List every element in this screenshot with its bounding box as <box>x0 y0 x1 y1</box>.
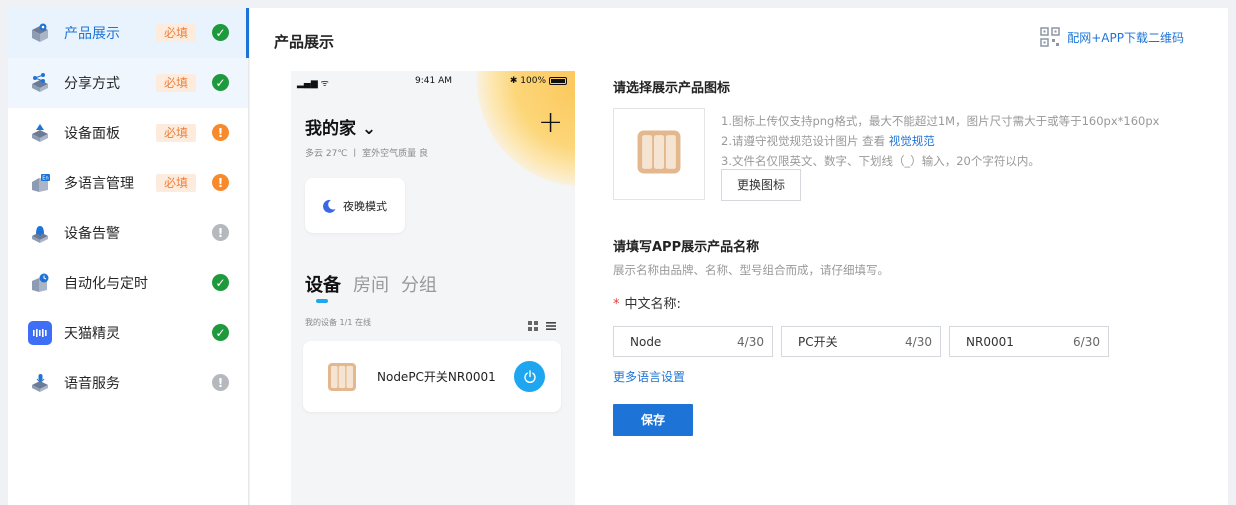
page-title: 产品展示 <box>274 33 335 51</box>
info-icon: ! <box>212 374 229 391</box>
sidebar-item-label: 产品展示 <box>64 26 120 42</box>
product-icon-preview <box>613 108 705 200</box>
required-badge: 必填 <box>156 174 196 192</box>
sidebar-item-label: 设备告警 <box>64 226 120 242</box>
device-panel-icon <box>28 121 52 145</box>
power-icon <box>514 361 545 392</box>
info-icon: ! <box>212 224 229 241</box>
sidebar-item-share[interactable]: 分享方式 必填 ✓ <box>8 58 248 108</box>
input-value: PC开关 <box>798 335 838 349</box>
more-languages-link[interactable]: 更多语言设置 <box>613 368 685 385</box>
change-icon-button[interactable]: 更换图标 <box>721 169 801 201</box>
sidebar-item-label: 语音服务 <box>64 376 120 392</box>
phone-time: 9:41 AM <box>415 76 452 86</box>
tip-line-3: 3.文件名仅限英文、数字、下划线（_）输入，20个字符以内。 <box>721 154 1040 168</box>
qr-code-link[interactable]: 配网+APP下载二维码 <box>1040 27 1184 47</box>
check-icon: ✓ <box>212 74 229 91</box>
char-count: 6/30 <box>1073 334 1100 349</box>
device-name: NodePC开关NR0001 <box>377 370 496 384</box>
check-icon: ✓ <box>212 24 229 41</box>
battery-indicator: ✱ 100% <box>510 76 567 86</box>
grid-view-icon <box>528 316 538 335</box>
sidebar-item-device-alarm[interactable]: 设备告警 ! <box>8 208 248 258</box>
automation-timer-icon <box>28 271 52 295</box>
voice-service-icon <box>28 371 52 395</box>
save-button[interactable]: 保存 <box>613 404 693 436</box>
required-mark: * <box>613 297 620 312</box>
char-count: 4/30 <box>737 334 764 349</box>
sidebar-item-product-display[interactable]: 产品展示 必填 ✓ <box>8 8 249 58</box>
weather-info: 多云 27℃ 丨 室外空气质量 良 <box>305 149 429 159</box>
sidebar-item-multi-language[interactable]: En 多语言管理 必填 ! <box>8 158 248 208</box>
sidebar: 产品展示 必填 ✓ 分享方式 必填 ✓ 设备面板 必填 ! En 多语言管理 必… <box>8 8 249 505</box>
switch-device-icon <box>327 362 357 392</box>
tip-line-2: 2.请遵守视觉规范设计图片 查看 视觉规范 <box>721 131 1159 151</box>
sidebar-item-voice-service[interactable]: 语音服务 ! <box>8 358 248 408</box>
moon-icon <box>321 198 337 214</box>
name-section-title: 请填写APP展示产品名称 <box>613 240 760 255</box>
icon-upload-tips: 1.图标上传仅支持png格式，最大不能超过1M，图片尺寸需大于或等于160px*… <box>721 111 1159 171</box>
share-icon <box>28 71 52 95</box>
sidebar-item-automation-timer[interactable]: 自动化与定时 ✓ <box>8 258 248 308</box>
tab-devices: 设备 <box>305 275 341 296</box>
warning-icon: ! <box>212 174 229 191</box>
warning-icon: ! <box>212 124 229 141</box>
product-display-icon <box>28 21 52 45</box>
chinese-name-label-text: 中文名称: <box>624 297 681 312</box>
phone-preview: ▂▄▆ ᯤ 9:41 AM ✱ 100% 我的家 ⌄ + 多云 27℃ 丨 室外… <box>291 71 575 505</box>
check-icon: ✓ <box>212 324 229 341</box>
sidebar-item-tmall-genie[interactable]: 天猫精灵 ✓ <box>8 308 248 358</box>
required-badge: 必填 <box>156 24 196 42</box>
switch-device-icon <box>636 129 682 179</box>
phone-tabs: 设备 房间 分组 <box>305 271 449 297</box>
sidebar-item-label: 分享方式 <box>64 76 120 92</box>
icon-section-title: 请选择展示产品图标 <box>613 81 731 96</box>
phone-status-bar: ▂▄▆ ᯤ 9:41 AM ✱ 100% <box>291 71 575 91</box>
visual-guideline-link[interactable]: 视觉规范 <box>889 134 935 148</box>
add-icon: + <box>538 105 564 140</box>
device-meta: 我的设备 1/1 在线 <box>305 318 371 327</box>
check-icon: ✓ <box>212 274 229 291</box>
sidebar-item-label: 天猫精灵 <box>64 326 120 342</box>
tab-indicator <box>316 299 328 303</box>
brand-name-input[interactable]: Node 4/30 <box>613 326 773 357</box>
char-count: 4/30 <box>905 334 932 349</box>
sidebar-item-label: 自动化与定时 <box>64 276 148 292</box>
input-value: Node <box>630 334 662 349</box>
tab-groups: 分组 <box>401 275 437 296</box>
signal-wifi-icon: ▂▄▆ ᯤ <box>297 79 329 89</box>
battery-text: ✱ 100% <box>509 76 546 86</box>
tab-rooms: 房间 <box>353 275 389 296</box>
chinese-name-label: * 中文名称: <box>613 293 681 312</box>
view-toggle <box>528 316 556 335</box>
required-badge: 必填 <box>156 74 196 92</box>
list-view-icon <box>546 316 556 335</box>
required-badge: 必填 <box>156 124 196 142</box>
device-alarm-icon <box>28 221 52 245</box>
sidebar-item-device-panel[interactable]: 设备面板 必填 ! <box>8 108 248 158</box>
battery-icon <box>549 77 567 85</box>
qr-code-link-label: 配网+APP下载二维码 <box>1067 30 1184 45</box>
language-icon: En <box>28 171 52 195</box>
main-panel: 产品展示 配网+APP下载二维码 ▂▄▆ ᯤ 9:41 AM ✱ 100% 我的… <box>250 8 1228 505</box>
svg-text:En: En <box>42 176 48 182</box>
chevron-down-icon: ⌄ <box>361 119 377 139</box>
tip-line-1: 1.图标上传仅支持png格式，最大不能超过1M，图片尺寸需大于或等于160px*… <box>721 114 1160 128</box>
model-name-input[interactable]: NR0001 6/30 <box>949 326 1109 357</box>
home-title: 我的家 ⌄ <box>305 114 376 139</box>
sidebar-item-label: 多语言管理 <box>64 176 134 192</box>
tmall-genie-icon <box>28 321 52 345</box>
tip-line-2-text: 2.请遵守视觉规范设计图片 查看 <box>721 134 889 148</box>
name-hint: 展示名称由品牌、名称、型号组合而成，请仔细填写。 <box>613 263 889 277</box>
product-name-input[interactable]: PC开关 4/30 <box>781 326 941 357</box>
scene-card: 夜晚模式 <box>305 178 405 233</box>
scene-label: 夜晚模式 <box>343 199 387 213</box>
qr-code-icon <box>1040 27 1060 47</box>
home-title-text: 我的家 <box>305 119 356 139</box>
input-value: NR0001 <box>966 334 1014 349</box>
sidebar-item-label: 设备面板 <box>64 126 120 142</box>
device-card: NodePC开关NR0001 <box>303 341 561 412</box>
